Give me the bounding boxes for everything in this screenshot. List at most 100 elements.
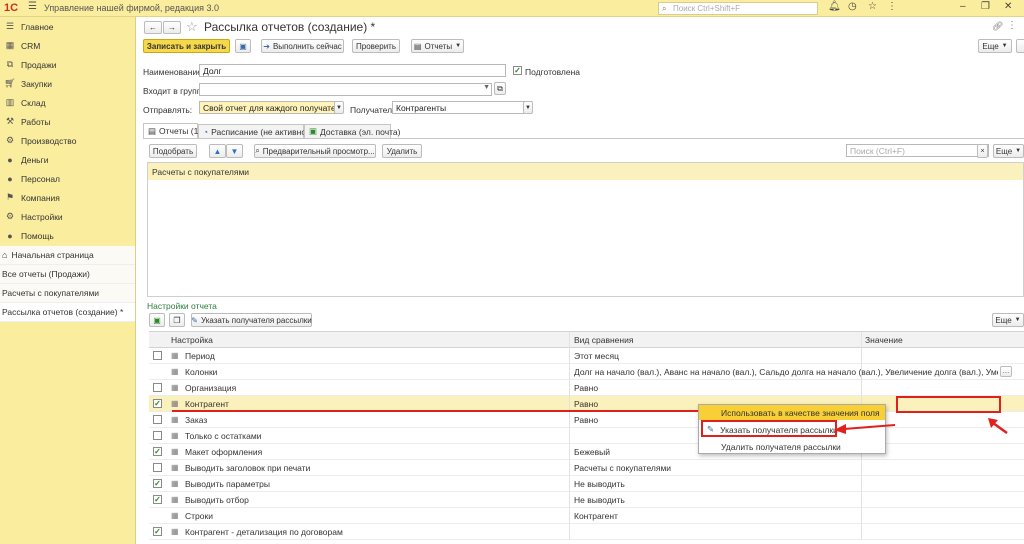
move-up-button[interactable]: ▲ bbox=[209, 144, 226, 158]
sidebar-item-sales[interactable]: ⧉ Продажи bbox=[0, 55, 135, 74]
run-now-button[interactable]: ➔ Выполнить сейчас bbox=[261, 39, 344, 53]
setting-checkbox[interactable] bbox=[153, 351, 162, 360]
history-icon[interactable]: ◷ bbox=[848, 1, 857, 12]
minimize-icon[interactable]: – bbox=[960, 1, 966, 12]
table-row[interactable]: ▦ Организация Равно bbox=[149, 380, 1024, 396]
sidebar-item-money[interactable]: ● Деньги bbox=[0, 150, 135, 169]
reports-more-button[interactable]: Еще ▼ bbox=[993, 144, 1024, 158]
setting-checkbox[interactable] bbox=[153, 463, 162, 472]
group-open-button[interactable]: ⧉ bbox=[494, 82, 506, 95]
name-input[interactable]: Долг bbox=[199, 64, 506, 77]
settings-icon: ⚙ bbox=[5, 211, 15, 221]
specify-recipient-button[interactable]: ✎ Указать получателя рассылки bbox=[191, 313, 312, 327]
table-row[interactable]: ▦ Строки Контрагент bbox=[149, 508, 1024, 524]
forward-button[interactable]: → bbox=[163, 21, 181, 34]
favorites-icon[interactable]: ☆ bbox=[868, 1, 877, 12]
table-row[interactable]: ▦ Период Этот месяц bbox=[149, 348, 1024, 364]
chevron-down-icon: ▼ bbox=[1015, 148, 1022, 154]
delete-button[interactable]: Удалить bbox=[382, 144, 422, 158]
save-button[interactable]: ▣ bbox=[235, 39, 251, 53]
table-row[interactable]: Расчеты с покупателями bbox=[148, 163, 1023, 180]
column-divider bbox=[569, 332, 570, 540]
sidebar-item-settings[interactable]: ⚙ Настройки bbox=[0, 207, 135, 226]
open-windows-list: ⌂ Начальная страница Все отчеты (Продажи) Р… bbox=[0, 246, 135, 322]
sidebar-item-help[interactable]: ● Помощь bbox=[0, 226, 135, 245]
setting-checkbox[interactable]: ✓ bbox=[153, 447, 162, 456]
table-row[interactable]: ✓ ▦ Макет оформления Бежевый bbox=[149, 444, 1024, 460]
restore-icon[interactable]: ❐ bbox=[981, 1, 990, 12]
send-mode-select[interactable]: Свой отчет для каждого получателя bbox=[199, 101, 343, 114]
open-window-label: Рассылка отчетов (создание) * bbox=[2, 307, 124, 317]
bell-icon[interactable]: 🔔︎ bbox=[828, 1, 841, 12]
sidebar-item-work[interactable]: ⚒ Работы bbox=[0, 112, 135, 131]
columns-choose-button[interactable]: … bbox=[1000, 366, 1012, 377]
open-window-item[interactable]: Рассылка отчетов (создание) * bbox=[0, 303, 135, 322]
table-row[interactable]: ✓ ▦ Выводить параметры Не выводить bbox=[149, 476, 1024, 492]
setting-checkbox[interactable]: ✓ bbox=[153, 399, 162, 408]
recipients-select[interactable]: Контрагенты bbox=[392, 101, 532, 114]
send-label: Отправлять: bbox=[143, 105, 193, 115]
table-row[interactable]: ▦ Выводить заголовок при печати Расчеты с … bbox=[149, 460, 1024, 476]
setting-checkbox[interactable] bbox=[153, 431, 162, 440]
search-clear-button[interactable]: × bbox=[977, 144, 988, 158]
prepared-checkbox[interactable]: ✓ bbox=[513, 66, 522, 75]
sidebar-item-company[interactable]: ⚑ Компания bbox=[0, 188, 135, 207]
reports-search-input[interactable]: Поиск (Ctrl+F) bbox=[846, 144, 989, 157]
send-mode-dropdown[interactable]: ▼ bbox=[334, 101, 344, 114]
table-row[interactable]: ✓ ▦ Контрагент - детализация по договорам bbox=[149, 524, 1024, 540]
setting-checkbox[interactable]: ✓ bbox=[153, 495, 162, 504]
reports-menu-button[interactable]: ▤ Отчеты ▼ bbox=[411, 39, 464, 53]
setting-checkbox[interactable]: ✓ bbox=[153, 479, 162, 488]
setting-name: Выводить заголовок при печати bbox=[185, 463, 311, 473]
open-window-item[interactable]: ⌂ Начальная страница bbox=[0, 246, 135, 265]
tab-reports[interactable]: ▤ Отчеты (1) bbox=[143, 123, 201, 138]
report-icon: ▤ bbox=[148, 125, 157, 136]
setting-checkbox[interactable] bbox=[153, 415, 162, 424]
move-down-button[interactable]: ▼ bbox=[226, 144, 243, 158]
money-icon: ● bbox=[7, 154, 13, 165]
preview-button[interactable]: ⌕ Предварительный просмотр... bbox=[254, 144, 376, 158]
setting-checkbox[interactable] bbox=[153, 383, 162, 392]
open-window-item[interactable]: Все отчеты (Продажи) bbox=[0, 265, 135, 284]
close-icon[interactable]: ✕ bbox=[1004, 1, 1012, 12]
value-highlight-box bbox=[896, 396, 1001, 413]
table-row[interactable]: ✓ ▦ Выводить отбор Не выводить bbox=[149, 492, 1024, 508]
check-button[interactable]: Проверить bbox=[352, 39, 400, 53]
setting-name: Организация bbox=[185, 383, 237, 393]
save-and-close-button[interactable]: Записать и закрыть bbox=[143, 39, 230, 53]
open-window-item[interactable]: Расчеты с покупателями bbox=[0, 284, 135, 303]
tab-delivery[interactable]: ▣ Доставка (эл. почта) bbox=[304, 124, 401, 138]
arrow-left-annotation-icon bbox=[834, 424, 896, 434]
chevron-down-icon[interactable]: ▼ bbox=[483, 84, 490, 91]
sidebar-item-menu[interactable]: ☰ Главное bbox=[0, 17, 135, 36]
group-input[interactable]: ▼ bbox=[199, 83, 492, 96]
comparison-value: Равно bbox=[574, 415, 599, 425]
comparison-value: Равно bbox=[574, 383, 599, 393]
setting-checkbox[interactable]: ✓ bbox=[153, 527, 162, 536]
global-search-input[interactable]: ⌕ Поиск Ctrl+Shift+F bbox=[658, 2, 818, 15]
form-more-icon[interactable]: ⋮ bbox=[1007, 20, 1017, 31]
settings-more-button[interactable]: Еще ▼ bbox=[992, 313, 1024, 327]
back-button[interactable]: ← bbox=[144, 21, 162, 34]
settings-copy-button[interactable]: ❐ bbox=[169, 313, 185, 327]
table-row[interactable]: ▦ Колонки Долг на начало (вал.), Аванс на … bbox=[149, 364, 1024, 380]
more-button[interactable]: Еще ▼ bbox=[978, 39, 1012, 53]
settings-title: Настройки отчета bbox=[147, 301, 217, 311]
sidebar-item-crm[interactable]: ▦ CRM bbox=[0, 36, 135, 55]
help-button[interactable] bbox=[1016, 39, 1024, 53]
pick-button[interactable]: Подобрать bbox=[149, 144, 197, 158]
more-icon[interactable]: ⋮ bbox=[887, 1, 897, 12]
sidebar-item-label: Персонал bbox=[21, 173, 61, 184]
help-icon: ● bbox=[7, 230, 13, 241]
sidebar-item-personnel[interactable]: ● Персонал bbox=[0, 169, 135, 188]
tab-schedule[interactable]: ◔ Расписание (не активно) bbox=[198, 124, 309, 138]
link-icon[interactable]: 🔗︎ bbox=[992, 21, 1003, 32]
menu-item-remove-recipient[interactable]: Удалить получателя рассылки bbox=[699, 439, 885, 454]
settings-add-button[interactable]: ▣ bbox=[149, 313, 165, 327]
sidebar-item-warehouse[interactable]: ▥ Склад bbox=[0, 93, 135, 112]
sidebar-item-production[interactable]: ⚙ Производство bbox=[0, 131, 135, 150]
recipients-dropdown[interactable]: ▼ bbox=[523, 101, 533, 114]
menu-icon[interactable]: ☰ bbox=[28, 1, 37, 12]
sidebar-item-purchases[interactable]: 🛒︎ Закупки bbox=[0, 74, 135, 93]
favorite-star-icon[interactable]: ☆ bbox=[186, 19, 198, 35]
